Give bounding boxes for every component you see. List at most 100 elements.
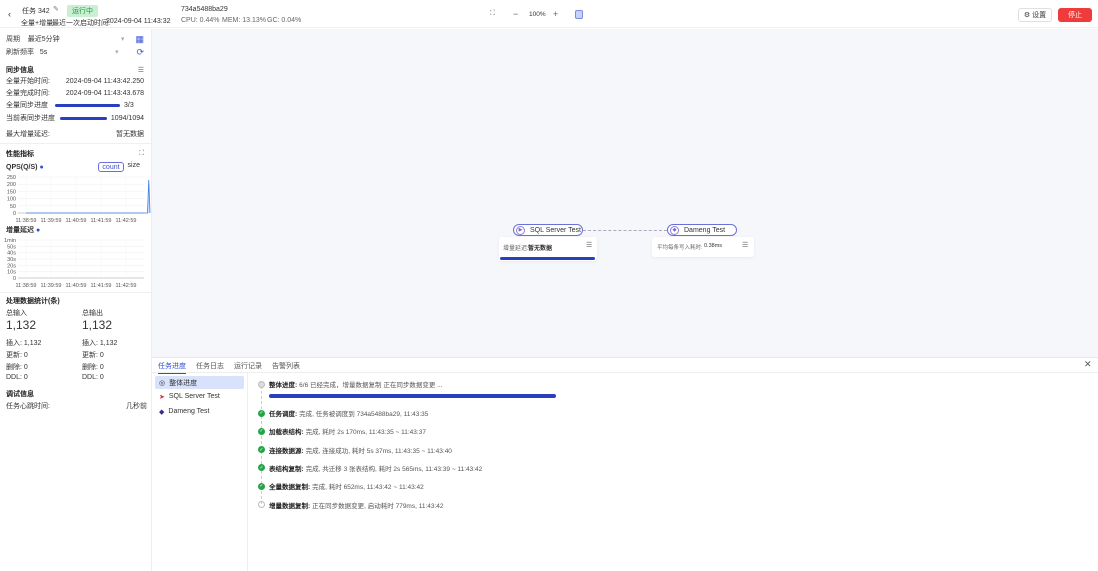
tab-alerts[interactable]: 告警列表	[272, 361, 300, 371]
gear-icon: ⚙	[1023, 12, 1031, 19]
overall-text: 6/6 已经完成，增量数据复制 正在同步数据变更 ...	[299, 382, 443, 389]
stop-button[interactable]: 停止	[1058, 8, 1092, 22]
overall-icon	[258, 380, 265, 388]
step-label: 增量数据复制:	[269, 502, 311, 510]
input-stat: 删除: 0	[6, 364, 28, 371]
table-progress-bar	[60, 116, 107, 120]
output-stat: 删除: 0	[82, 364, 104, 371]
output-stat: 更新: 0	[82, 352, 104, 359]
full-end-label: 全量完成时间:	[6, 90, 50, 97]
full-progress-text: 3/3	[124, 101, 134, 109]
zoom-in-icon[interactable]: +	[553, 9, 558, 19]
count-toggle[interactable]: count	[98, 162, 124, 172]
table-progress-label: 当前表同步进度	[6, 115, 55, 122]
period-select[interactable]: 最近5分钟	[28, 36, 60, 43]
step-label: 加载表结构:	[269, 429, 304, 437]
step-text: 正在同步数据变更, 启动耗时 779ms, 11:43:42	[312, 502, 444, 510]
target-node-label: Dameng Test	[684, 226, 726, 234]
target-metric-value: 0.38ms	[704, 243, 723, 249]
sync-type: 全量+增量	[21, 20, 54, 27]
status-badge: 运行中	[67, 5, 98, 17]
dag-canvas[interactable]: ▶ SQL Server Test ◆ Dameng Test 增量延迟: 暂无数据…	[152, 29, 1098, 357]
x-tick-label: 11:38:59	[15, 283, 36, 289]
y-tick-label: 250	[7, 175, 16, 181]
full-start-value: 2024-09-04 11:43:42.250	[65, 77, 144, 85]
input-stat: 更新: 0	[6, 352, 28, 359]
x-tick-label: 11:42:59	[115, 218, 136, 224]
list-icon[interactable]: ☰	[138, 66, 144, 74]
agent-id: 734a5488ba29	[181, 6, 228, 13]
list-icon[interactable]: ☰	[742, 241, 748, 249]
fit-screen-icon[interactable]: ⛶	[490, 10, 495, 18]
close-icon[interactable]: ✕	[1084, 359, 1092, 370]
expand-icon[interactable]: ⛶	[139, 150, 144, 158]
input-label: 总输入	[6, 310, 27, 317]
y-tick-label: 1min	[4, 238, 16, 244]
size-toggle[interactable]: size	[124, 162, 144, 172]
overall-icon: ◎	[159, 379, 166, 387]
pending-icon	[258, 501, 265, 508]
minimap-icon[interactable]	[575, 10, 583, 19]
header: ‹ 任务 342 ✎ 运行中 全量+增量 最近一次启动时间: 2024-09-0…	[0, 0, 1098, 28]
max-delay-value: 暂无数据	[116, 131, 144, 138]
last-start-time: 2024-09-04 11:43:32	[106, 18, 171, 25]
node-item-label: SQL Server Test	[168, 393, 220, 400]
delay-label: 增量延迟	[6, 227, 34, 234]
settings-button[interactable]: ⚙ 设置	[1018, 8, 1052, 22]
target-metric-label: 平均每条写入耗时:	[657, 245, 703, 251]
y-tick-label: 20s	[7, 263, 16, 269]
node-item-overall[interactable]: ◎ 整体进度	[155, 376, 244, 389]
dameng-icon: ◆	[159, 409, 165, 416]
back-icon[interactable]: ‹	[8, 9, 11, 19]
settings-label: 设置	[1032, 12, 1047, 19]
task-name: 任务 342	[22, 8, 50, 15]
node-item-label: Dameng Test	[168, 408, 210, 415]
step-text: 完成, 任务被调度到 734a5488ba29, 11:43:35	[299, 411, 429, 418]
y-tick-label: 150	[7, 189, 16, 195]
step-text: 完成, 耗时 652ms, 11:43:42 ~ 11:43:42	[312, 484, 424, 492]
edge-line	[583, 230, 667, 231]
output-stat: 插入: 1,132	[82, 340, 118, 347]
node-item-label: 整体进度	[169, 379, 198, 387]
y-tick-label: 10s	[7, 270, 16, 276]
calendar-icon[interactable]: ▦	[135, 34, 144, 45]
check-icon: ✓	[258, 427, 265, 435]
check-icon: ✓	[258, 446, 265, 454]
mem-usage: MEM: 13.13%	[222, 17, 266, 24]
y-tick-label: 40s	[7, 251, 16, 257]
max-delay-label: 最大增量延迟:	[6, 131, 50, 138]
check-icon: ✓	[258, 482, 265, 490]
edit-icon[interactable]: ✎	[53, 5, 59, 13]
full-progress-label: 全量同步进度	[6, 102, 48, 109]
delay-chart: 1min50s40s30s20s10s011:38:59 11:39:59 11:4…	[4, 238, 144, 289]
refresh-label: 刷新频率	[6, 49, 34, 56]
table-progress-text: 1094/1094	[110, 114, 144, 122]
source-metric-label: 增量延迟:	[503, 246, 529, 252]
tab-run-records[interactable]: 运行记录	[234, 361, 262, 371]
target-node[interactable]: ◆ Dameng Test	[667, 224, 737, 236]
source-node[interactable]: ▶ SQL Server Test	[513, 224, 583, 236]
refresh-icon[interactable]: ⟳	[136, 47, 144, 58]
sync-info-title: 同步信息	[6, 67, 34, 74]
step-label: 任务调度:	[269, 411, 298, 418]
dameng-icon: ◆	[670, 225, 679, 235]
node-item-dameng[interactable]: ◆ Dameng Test	[159, 408, 210, 416]
x-tick-label: 11:40:59	[65, 218, 86, 224]
list-icon[interactable]: ☰	[586, 241, 592, 249]
tab-task-log[interactable]: 任务日志	[196, 361, 224, 371]
check-icon: ✓	[258, 409, 265, 417]
step-label: 连接数据源:	[269, 447, 304, 455]
node-item-sqlserver[interactable]: ➤ SQL Server Test	[159, 393, 220, 401]
overall-progress-bar	[269, 394, 556, 398]
perf-title: 性能指标	[6, 151, 34, 158]
progress-step: ✓ 任务调度: 完成, 任务被调度到 734a5488ba29, 11:43:35	[258, 408, 428, 418]
full-start-label: 全量开始时间:	[6, 78, 50, 85]
refresh-select[interactable]: 5s	[40, 49, 47, 56]
source-metric-card: 增量延迟: 暂无数据 ☰	[499, 237, 597, 261]
full-end-value: 2024-09-04 11:43:43.678	[65, 89, 144, 97]
qps-chart: 250200150 10050011:38:59 11:39:59 11:40:59 1…	[7, 175, 151, 224]
x-tick-label: 11:42:59	[115, 283, 136, 289]
progress-step: ✓ 全量数据复制: 完成, 耗时 652ms, 11:43:42 ~ 11:43:4…	[258, 481, 424, 491]
input-stat: DDL: 0	[6, 374, 28, 381]
zoom-out-icon[interactable]: −	[513, 9, 518, 19]
